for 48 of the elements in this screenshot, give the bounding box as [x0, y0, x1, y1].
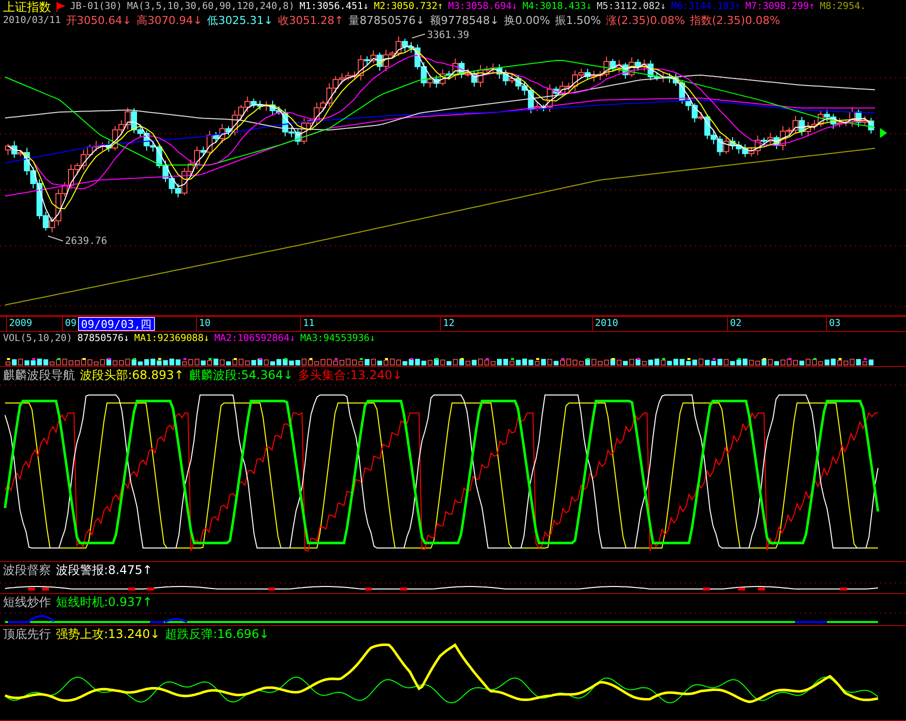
legend-value: 开3050.64↓ [66, 14, 132, 28]
legend-value: 低3025.31↓ [207, 14, 273, 28]
legend-value: M7:3098.299↑ [745, 0, 815, 14]
legend-value: MA3:94553936↓ [300, 332, 376, 346]
legend-value: M4:3018.433↓ [522, 0, 592, 14]
legend-value: 涨(2.35)0.08% [606, 14, 686, 28]
legend-value: M5:3112.082↓ [596, 0, 666, 14]
legend-value: VOL(5,10,20) [3, 332, 72, 346]
legend-value: M6:3144.103↑ [671, 0, 740, 14]
indicator-title: 麒麟波段导航 [3, 368, 75, 382]
price-label: 2639.76 [65, 236, 108, 247]
legend-value: 强势上攻:13.240↓ [56, 627, 160, 641]
legend-value: 高3070.94↓ [136, 14, 202, 28]
legend-value: 波段头部:68.893↑ [80, 368, 184, 382]
legend-value: M3:3058.694↓ [448, 0, 518, 14]
axis-label: 02 [727, 317, 744, 331]
legend-value: M8:2954. [820, 0, 866, 14]
legend-value: 超跌反弹:16.696↓ [165, 627, 270, 641]
legend-value: 多头集合:13.240↓ [298, 368, 402, 382]
indicator-title: 顶底先行 [3, 627, 51, 641]
legend-value: 换0.00% [504, 14, 550, 28]
axis-label: 11 [300, 317, 317, 331]
indicator-title: 波段督察 [3, 563, 51, 577]
indicator-title: 短线炒作 [3, 595, 51, 609]
axis-label: 09/09/03,四 [78, 317, 155, 331]
legend-value: 指数(2.35)0.08% [690, 14, 780, 28]
legend-value: MA2:106592864↓ [214, 332, 296, 346]
legend-value: 量87850576↓ [348, 14, 425, 28]
axis-label: 10 [196, 317, 213, 331]
price-label: 3361.39 [427, 30, 470, 41]
date-label: 2010/03/11 [3, 14, 61, 28]
legend-value: 额9778548↓ [430, 14, 500, 28]
index-title: 上证指数 [3, 0, 51, 14]
legend-value: 收3051.28↑ [278, 14, 344, 28]
legend-value: 波段警报:8.475↑ [56, 563, 152, 577]
axis-label: 2010 [592, 317, 620, 331]
legend-value: MA(3,5,10,30,60,90,120,240,8) [126, 0, 294, 14]
legend-value: 87850576↓ [77, 332, 130, 346]
legend-value: 麒麟波段:54.364↓ [189, 368, 294, 382]
axis-label: 2009 [6, 317, 34, 331]
legend-value: M2:3050.732↑ [374, 0, 444, 14]
legend-value: 振1.50% [555, 14, 601, 28]
legend-value: MA1:92369088↓ [134, 332, 210, 346]
legend-value: 短线时机:0.937↑ [56, 595, 152, 609]
axis-label: 03 [826, 317, 843, 331]
legend-value: M1:3056.451↓ [300, 0, 369, 14]
axis-label: 12 [440, 317, 457, 331]
legend-value: JB-01(30) [70, 0, 122, 14]
